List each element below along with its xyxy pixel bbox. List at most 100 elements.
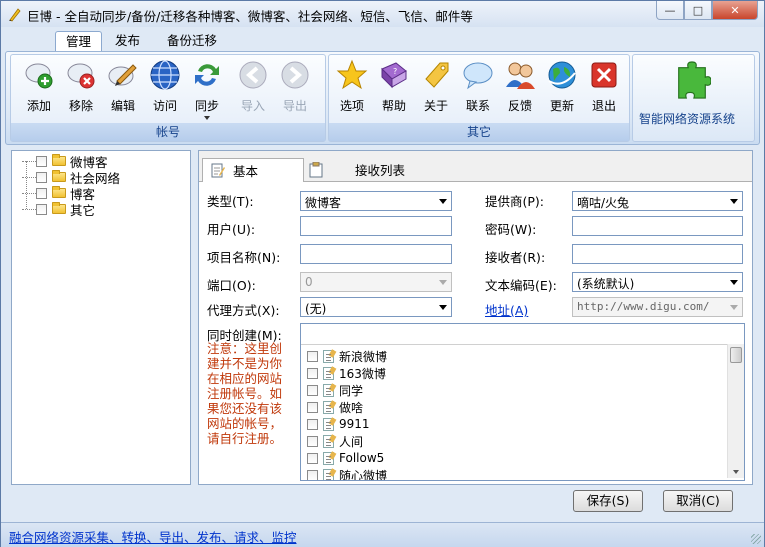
- proxy-select[interactable]: (无): [300, 297, 452, 317]
- resize-grip-icon[interactable]: [751, 534, 761, 544]
- doc-icon: [323, 451, 334, 465]
- users-icon: [506, 62, 535, 89]
- chevron-down-icon: [439, 305, 447, 310]
- add-button[interactable]: 添加: [19, 59, 59, 119]
- list-item[interactable]: 新浪微博: [307, 348, 387, 364]
- encoding-label: 文本编码(E):: [485, 278, 557, 293]
- receiver-label: 接收者(R):: [485, 250, 546, 265]
- list-item[interactable]: 做啥: [307, 399, 363, 415]
- password-input[interactable]: [572, 216, 743, 236]
- list-item[interactable]: 9911: [307, 416, 370, 432]
- sync-icon: [195, 64, 219, 86]
- project-name-input[interactable]: [300, 244, 452, 264]
- window-title: 巨博 - 全自动同步/备份/迁移各种博客、微博客、社会网络、短信、飞信、邮件等: [27, 9, 473, 24]
- title-bar: 巨博 - 全自动同步/备份/迁移各种博客、微博客、社会网络、短信、飞信、邮件等 …: [1, 1, 764, 27]
- category-tree: 微博客 社会网络 博客 其它: [11, 150, 191, 485]
- user-label: 用户(U):: [207, 222, 256, 237]
- sync-button[interactable]: 同步: [187, 59, 227, 120]
- address-select[interactable]: http://www.digu.com/: [572, 297, 743, 317]
- tree-checkbox[interactable]: [36, 155, 47, 167]
- import-button[interactable]: 导入: [233, 59, 273, 119]
- tab-manage[interactable]: 管理: [55, 31, 103, 52]
- globe-icon: [150, 60, 180, 90]
- doc-icon: [323, 400, 334, 414]
- list-item[interactable]: 随心微博: [307, 467, 387, 480]
- visit-button[interactable]: 访问: [145, 59, 185, 119]
- port-label: 端口(O):: [207, 278, 256, 293]
- contact-button[interactable]: 联系: [458, 59, 498, 119]
- scroll-down-icon[interactable]: [733, 470, 739, 474]
- doc-icon: [323, 383, 334, 397]
- list-item[interactable]: Follow5: [307, 450, 384, 466]
- doc-icon: [323, 366, 334, 380]
- exit-icon: [591, 62, 617, 88]
- tree-checkbox[interactable]: [36, 187, 47, 199]
- panel-tabs: 基本 接收列表: [199, 151, 752, 182]
- list-header: [301, 324, 742, 345]
- close-icon[interactable]: ✕: [712, 1, 758, 20]
- remove-user-icon: [67, 63, 95, 89]
- account-panel: 基本 接收列表 类型(T): 微博客 提供商(P): 嘀咕/火兔 用户(U): …: [198, 150, 753, 485]
- doc-icon: [323, 468, 334, 480]
- tab-publish[interactable]: 发布: [105, 31, 150, 51]
- update-button[interactable]: 更新: [542, 59, 582, 119]
- doc-icon: [323, 434, 334, 448]
- other-group: 选项 ? 帮助 关于 联系 反馈 更新 退出 其它: [328, 54, 630, 142]
- feedback-button[interactable]: 反馈: [500, 59, 540, 119]
- port-spinner[interactable]: 0: [300, 272, 452, 292]
- status-link[interactable]: 融合网络资源采集、转换、导出、发布、请求、监控: [9, 527, 297, 546]
- account-group: 添加 移除 编辑 访问 同步 导入 导出 帐号: [10, 54, 326, 142]
- options-button[interactable]: 选项: [332, 59, 372, 119]
- doc-icon: [323, 349, 334, 363]
- tree-checkbox[interactable]: [36, 171, 47, 183]
- encoding-select[interactable]: (系统默认): [572, 272, 743, 292]
- app-window: 巨博 - 全自动同步/备份/迁移各种博客、微博客、社会网络、短信、飞信、邮件等 …: [0, 0, 765, 547]
- doc-icon: [323, 417, 334, 431]
- address-link[interactable]: 地址(A): [485, 300, 528, 319]
- maximize-icon[interactable]: □: [684, 1, 712, 20]
- tree-checkbox[interactable]: [36, 203, 47, 215]
- about-button[interactable]: 关于: [416, 59, 456, 119]
- tree-item-other[interactable]: 其它: [22, 201, 95, 218]
- folder-icon: [52, 170, 66, 182]
- provider-select[interactable]: 嘀咕/火兔: [572, 191, 743, 211]
- status-bar: 融合网络资源采集、转换、导出、发布、请求、监控: [1, 522, 764, 547]
- provider-label: 提供商(P):: [485, 194, 545, 209]
- brand-group: 智能网络资源系统: [632, 54, 755, 142]
- export-button[interactable]: 导出: [275, 59, 315, 119]
- list-item[interactable]: 人间: [307, 433, 363, 449]
- star-icon: [336, 59, 368, 90]
- chevron-down-icon: [439, 199, 447, 204]
- import-icon: [239, 61, 267, 89]
- user-input[interactable]: [300, 216, 452, 236]
- tab-basic[interactable]: 基本: [202, 158, 304, 182]
- folder-icon: [52, 202, 66, 214]
- clipboard-icon: [309, 161, 323, 177]
- app-pen-icon: [9, 8, 21, 22]
- proxy-label: 代理方式(X):: [207, 303, 280, 318]
- scroll-thumb[interactable]: [730, 347, 742, 363]
- save-button[interactable]: 保存(S): [573, 490, 643, 512]
- help-button[interactable]: ? 帮助: [374, 59, 414, 119]
- edit-button[interactable]: 编辑: [103, 59, 143, 119]
- tab-receive-list[interactable]: 接收列表: [309, 158, 439, 181]
- project-name-label: 项目名称(N):: [207, 250, 281, 265]
- list-item[interactable]: 同学: [307, 382, 363, 398]
- export-icon: [281, 61, 309, 89]
- minimize-icon[interactable]: —: [656, 1, 684, 20]
- chevron-down-icon: [730, 199, 738, 204]
- receiver-input[interactable]: [572, 244, 743, 264]
- svg-text:?: ?: [393, 67, 397, 76]
- folder-icon: [52, 186, 66, 198]
- cancel-button[interactable]: 取消(C): [663, 490, 733, 512]
- remove-button[interactable]: 移除: [61, 59, 101, 119]
- other-group-label: 其它: [329, 123, 629, 141]
- edit-doc-icon: [211, 163, 225, 177]
- type-select[interactable]: 微博客: [300, 191, 452, 211]
- update-globe-icon: [548, 61, 576, 89]
- list-scrollbar[interactable]: [727, 344, 744, 478]
- tab-backup[interactable]: 备份迁移: [157, 31, 227, 51]
- list-item[interactable]: 163微博: [307, 365, 386, 381]
- exit-button[interactable]: 退出: [584, 59, 624, 119]
- password-label: 密码(W):: [485, 222, 537, 237]
